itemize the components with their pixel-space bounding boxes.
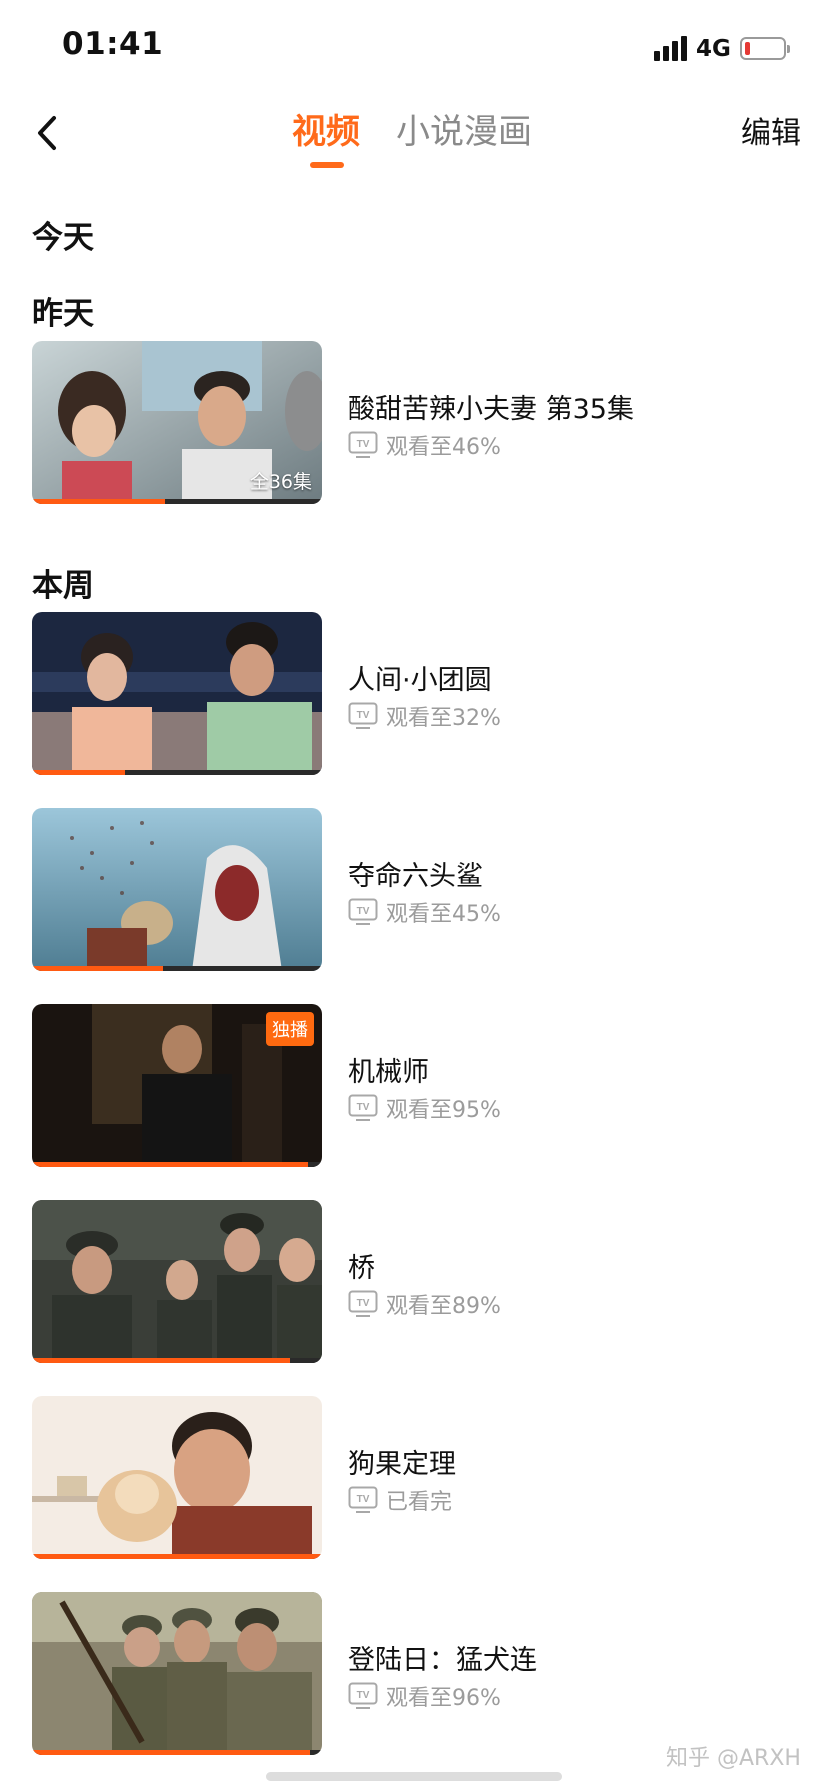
section-this-week: 本周 <box>32 568 94 604</box>
section-today: 今天 <box>32 220 94 256</box>
video-thumbnail: 独播 <box>32 1004 322 1167</box>
history-item[interactable]: 全36集 酸甜苦辣小夫妻 第35集 TV 观看至46% <box>32 341 802 504</box>
video-thumbnail: 全36集 <box>32 341 322 504</box>
svg-text:TV: TV <box>357 1298 370 1309</box>
episode-count-badge: 全36集 <box>249 471 312 493</box>
watch-progress-fill <box>32 1162 308 1167</box>
progress-row: TV 观看至96% <box>348 1680 501 1712</box>
edit-button[interactable]: 编辑 <box>741 108 801 152</box>
video-thumbnail <box>32 808 322 971</box>
svg-text:TV: TV <box>357 1494 370 1505</box>
video-title: 登陆日：猛犬连 <box>348 1645 537 1676</box>
video-thumbnail <box>32 612 322 775</box>
watch-progress-bar <box>32 770 322 775</box>
history-item[interactable]: 独播 机械师 TV 观看至95% <box>32 1004 802 1167</box>
watch-progress-fill <box>32 966 163 971</box>
progress-text: 观看至89% <box>386 1294 501 1319</box>
progress-row: TV 观看至46% <box>348 429 501 461</box>
tv-icon: TV <box>348 1486 378 1513</box>
watch-progress-fill <box>32 770 125 775</box>
progress-text: 观看至95% <box>386 1098 501 1123</box>
watch-progress-fill <box>32 1750 311 1755</box>
watch-history-page: 01:41 4G 视频 小说漫画 编辑 今天 昨天 本周 全36集 酸甜苦辣小夫… <box>0 0 828 1792</box>
watch-progress-bar <box>32 1162 322 1167</box>
watch-progress-bar <box>32 1554 322 1559</box>
progress-row: TV 观看至32% <box>348 700 501 732</box>
watch-progress-fill <box>32 499 166 504</box>
video-title: 狗果定理 <box>348 1449 456 1480</box>
video-thumbnail <box>32 1396 322 1559</box>
progress-text: 观看至32% <box>386 706 501 731</box>
status-time: 01:41 <box>62 26 164 62</box>
history-item[interactable]: 狗果定理 TV 已看完 <box>32 1396 802 1559</box>
watch-progress-bar <box>32 966 322 971</box>
history-item[interactable]: 桥 TV 观看至89% <box>32 1200 802 1363</box>
history-item[interactable]: 夺命六头鲨 TV 观看至45% <box>32 808 802 971</box>
progress-row: TV 观看至45% <box>348 896 501 928</box>
progress-row: TV 已看完 <box>348 1484 452 1516</box>
progress-row: TV 观看至89% <box>348 1288 501 1320</box>
tv-icon: TV <box>348 1094 378 1121</box>
watch-progress-bar <box>32 499 322 504</box>
svg-text:TV: TV <box>357 439 370 450</box>
svg-text:TV: TV <box>357 906 370 917</box>
svg-text:TV: TV <box>357 710 370 721</box>
exclusive-badge: 独播 <box>266 1012 314 1046</box>
tab-videos[interactable]: 视频 <box>292 104 360 153</box>
tv-icon: TV <box>348 898 378 925</box>
video-thumbnail <box>32 1592 322 1755</box>
video-title: 夺命六头鲨 <box>348 861 483 892</box>
history-item[interactable]: 人间·小团圆 TV 观看至32% <box>32 612 802 775</box>
tv-icon: TV <box>348 1290 378 1317</box>
battery-icon <box>740 37 790 60</box>
active-tab-indicator <box>310 162 344 168</box>
svg-text:TV: TV <box>357 1102 370 1113</box>
video-title: 机械师 <box>348 1057 429 1088</box>
progress-text: 观看至46% <box>386 435 501 460</box>
tv-icon: TV <box>348 702 378 729</box>
cellular-signal-icon <box>654 36 690 61</box>
watch-progress-bar <box>32 1750 322 1755</box>
watch-progress-fill <box>32 1554 322 1559</box>
video-thumbnail <box>32 1200 322 1363</box>
section-yesterday: 昨天 <box>32 296 94 332</box>
video-title: 桥 <box>348 1253 375 1284</box>
video-title: 人间·小团圆 <box>348 665 492 696</box>
progress-row: TV 观看至95% <box>348 1092 501 1124</box>
svg-text:TV: TV <box>357 1690 370 1701</box>
tv-icon: TV <box>348 431 378 458</box>
watermark: 知乎 @ARXH <box>666 1746 801 1771</box>
history-item[interactable]: 登陆日：猛犬连 TV 观看至96% <box>32 1592 802 1755</box>
progress-text: 观看至45% <box>386 902 501 927</box>
tab-novels-comics[interactable]: 小说漫画 <box>396 104 532 153</box>
battery-level <box>745 42 750 55</box>
network-type: 4G <box>696 36 731 62</box>
progress-text: 已看完 <box>386 1490 453 1515</box>
watch-progress-fill <box>32 1358 291 1363</box>
watch-progress-bar <box>32 1358 322 1363</box>
tv-icon: TV <box>348 1682 378 1709</box>
progress-text: 观看至96% <box>386 1686 501 1711</box>
video-title: 酸甜苦辣小夫妻 第35集 <box>348 394 634 425</box>
home-indicator <box>266 1772 562 1781</box>
back-arrow-icon[interactable] <box>32 110 62 156</box>
